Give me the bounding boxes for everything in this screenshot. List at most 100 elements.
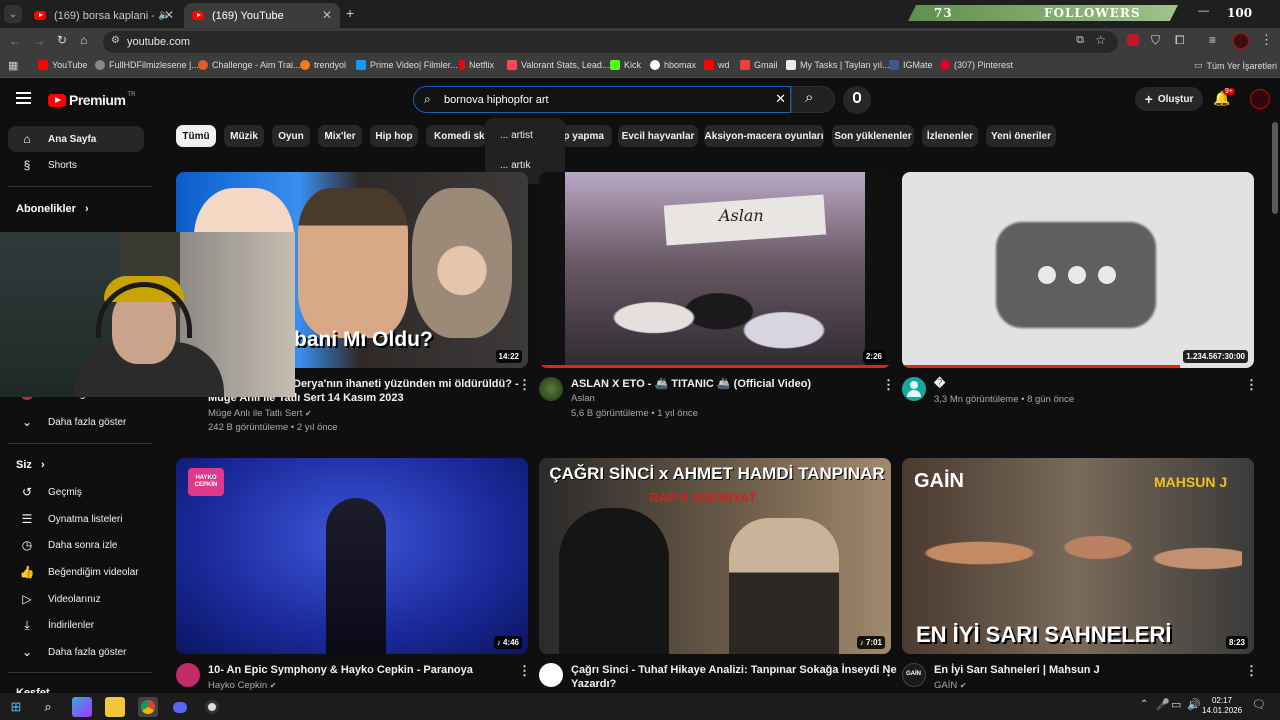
- hamburger-menu-icon[interactable]: [16, 92, 31, 104]
- sidebar-item-more-subscriptions[interactable]: ⌄ Daha fazla göster: [8, 409, 144, 435]
- network-icon[interactable]: ▭: [1171, 698, 1181, 711]
- sidebar-item-more-you[interactable]: ⌄ Daha fazla göster: [8, 639, 144, 665]
- bookmark-prime-video[interactable]: Prime Video| Filmler...: [356, 60, 458, 70]
- more-options-icon[interactable]: ⋮: [1245, 377, 1258, 393]
- new-tab-button[interactable]: +: [346, 5, 354, 21]
- chip-watched[interactable]: İzlenenler: [922, 125, 978, 147]
- video-thumbnail[interactable]: Aslan 2:26: [539, 172, 891, 368]
- close-icon[interactable]: ✕: [322, 8, 332, 22]
- tab-borsa-kaplani[interactable]: (169) borsa kaplani - YouTu 🔈 ✕: [26, 3, 182, 28]
- sidebar-item-history[interactable]: ↺ Geçmiş: [8, 479, 144, 505]
- search-icon[interactable]: ⌕: [38, 697, 58, 717]
- bookmark-trendyol[interactable]: trendyol: [300, 60, 346, 70]
- chip-pets[interactable]: Evcil hayvanlar: [618, 125, 698, 147]
- channel-name[interactable]: Hayko Cepkin ✔: [208, 679, 276, 693]
- reload-icon[interactable]: ↻: [57, 33, 67, 47]
- bookmark-wd[interactable]: wd: [704, 60, 730, 70]
- close-icon[interactable]: ✕: [164, 8, 174, 22]
- back-icon[interactable]: ←: [9, 34, 21, 48]
- create-button[interactable]: + Oluştur: [1135, 87, 1203, 111]
- microphone-tray-icon[interactable]: 🎤: [1156, 698, 1170, 711]
- video-title[interactable]: En İyi Sarı Sahneleri | Mahsun J: [934, 663, 1100, 677]
- file-explorer-icon[interactable]: [105, 697, 125, 717]
- page-scrollbar[interactable]: [1272, 122, 1278, 214]
- subscriptions-heading[interactable]: Abonelikler ›: [16, 203, 89, 215]
- sidebar-item-home[interactable]: ⌂ Ana Sayfa: [8, 126, 144, 152]
- youtube-logo[interactable]: Premium TR: [48, 92, 135, 108]
- chip-action-adventure[interactable]: Aksiyon-macera oyunları: [704, 125, 824, 147]
- tray-overflow-icon[interactable]: ⌃: [1140, 699, 1148, 710]
- video-thumbnail[interactable]: ÇAĞRI SİNCİ x AHMET HAMDİ TANPINAR RAP &…: [539, 458, 891, 654]
- chip-gaming[interactable]: Oyun: [272, 125, 310, 147]
- more-options-icon[interactable]: ⋮: [1245, 663, 1258, 679]
- video-title[interactable]: �: [934, 377, 945, 391]
- bookmark-star-icon[interactable]: ☆: [1095, 33, 1106, 47]
- address-bar[interactable]: ⚙ youtube.com ⧉ ☆: [103, 31, 1118, 53]
- video-thumbnail[interactable]: HAYKO CEPKİN ♪ 4:46: [176, 458, 528, 654]
- suggestion-item[interactable]: ... artık: [500, 160, 531, 171]
- chip-music[interactable]: Müzik: [224, 125, 264, 147]
- tab-search-button[interactable]: ⌄: [4, 5, 22, 23]
- discord-icon[interactable]: [170, 697, 190, 717]
- chip-new-to-you[interactable]: Yeni öneriler: [986, 125, 1056, 147]
- extension-icon[interactable]: [1127, 34, 1139, 46]
- more-options-icon[interactable]: ⋮: [518, 377, 531, 393]
- channel-name[interactable]: Müge Anlı ile Tatlı Sert ✔: [208, 407, 312, 421]
- profile-avatar[interactable]: [1233, 33, 1249, 49]
- minimize-button[interactable]: —: [1198, 5, 1209, 17]
- more-options-icon[interactable]: ⋮: [882, 377, 895, 393]
- chip-all[interactable]: Tümü: [176, 125, 216, 147]
- shield-icon[interactable]: ⛉: [1151, 33, 1160, 48]
- chrome-icon[interactable]: [138, 697, 158, 717]
- more-options-icon[interactable]: ⋮: [518, 663, 531, 679]
- extensions-puzzle-icon[interactable]: ⧠: [1175, 33, 1185, 48]
- bookmark-kick[interactable]: Kick: [610, 60, 641, 70]
- all-bookmarks[interactable]: ▭ Tüm Yer İşaretleri: [1194, 60, 1277, 71]
- bookmark-fullhd[interactable]: FullHDFilmizlesene |...: [95, 60, 199, 70]
- sidebar-item-playlists[interactable]: ☰ Oynatma listeleri: [8, 506, 144, 532]
- bookmark-igmate[interactable]: IGMate: [889, 60, 933, 70]
- channel-name[interactable]: GAİN ✔: [934, 679, 967, 693]
- you-heading[interactable]: Siz ›: [16, 459, 45, 471]
- suggestion-item[interactable]: ... artist: [500, 130, 533, 141]
- chip-recently-uploaded[interactable]: Son yüklenenler: [832, 125, 914, 147]
- browser-menu-icon[interactable]: ⋮: [1260, 32, 1273, 48]
- chip-mixes[interactable]: Mix'ler: [318, 125, 362, 147]
- bookmark-pinterest[interactable]: (307) Pinterest: [940, 60, 1013, 70]
- search-input[interactable]: ⌕ bornova hiphopfor art ✕: [413, 86, 791, 113]
- copilot-icon[interactable]: [72, 697, 92, 717]
- bookmark-youtube[interactable]: YouTube: [38, 60, 87, 70]
- forward-icon[interactable]: →: [33, 34, 45, 48]
- clear-search-icon[interactable]: ✕: [775, 91, 786, 107]
- bookmark-hbomax[interactable]: hbomax: [650, 60, 696, 70]
- search-button[interactable]: ⌕: [791, 86, 835, 113]
- video-thumbnail[interactable]: 1.234.567:30:00: [902, 172, 1254, 368]
- channel-avatar[interactable]: [902, 377, 926, 401]
- notifications-button[interactable]: 🔔 9+: [1213, 88, 1235, 107]
- apps-grid-icon[interactable]: ▦: [8, 59, 18, 72]
- bookmark-netflix[interactable]: Netflix: [459, 60, 494, 70]
- channel-avatar[interactable]: [176, 663, 200, 687]
- video-title[interactable]: 10- An Epic Symphony & Hayko Cepkin - Pa…: [208, 663, 473, 677]
- voice-search-button[interactable]: [843, 86, 871, 114]
- windows-start-icon[interactable]: ⊞: [6, 697, 26, 717]
- chip-comedy[interactable]: Komedi ske: [426, 125, 486, 147]
- video-title[interactable]: ASLAN X ETO - 🚢 TITANIC 🚢 (Official Vide…: [571, 377, 811, 391]
- install-app-icon[interactable]: ⧉: [1076, 34, 1084, 47]
- more-options-icon[interactable]: ⋮: [882, 663, 895, 679]
- bookmark-gmail[interactable]: Gmail: [740, 60, 778, 70]
- channel-avatar[interactable]: [539, 663, 563, 687]
- home-icon[interactable]: ⌂: [80, 33, 87, 47]
- channel-avatar[interactable]: [539, 377, 563, 401]
- tab-media-icon[interactable]: ≡: [1209, 33, 1216, 47]
- chip-rap[interactable]: ap yapma: [558, 125, 612, 147]
- video-thumbnail[interactable]: GAİN MAHSUN J EN İYİ SARI SAHNELERİ 8:23: [902, 458, 1254, 654]
- obs-icon[interactable]: [202, 697, 222, 717]
- bookmark-my-tasks[interactable]: My Tasks | Taylan yıl...: [786, 60, 890, 70]
- channel-avatar[interactable]: GAİN: [902, 663, 926, 687]
- chip-hiphop[interactable]: Hip hop: [370, 125, 418, 147]
- sidebar-item-downloads[interactable]: ⤓ İndirilenler: [8, 612, 144, 638]
- sidebar-item-your-videos[interactable]: ▷ Videolarınız: [8, 586, 144, 612]
- sidebar-item-watch-later[interactable]: ◷ Daha sonra izle: [8, 532, 144, 558]
- volume-icon[interactable]: 🔊: [1187, 698, 1201, 711]
